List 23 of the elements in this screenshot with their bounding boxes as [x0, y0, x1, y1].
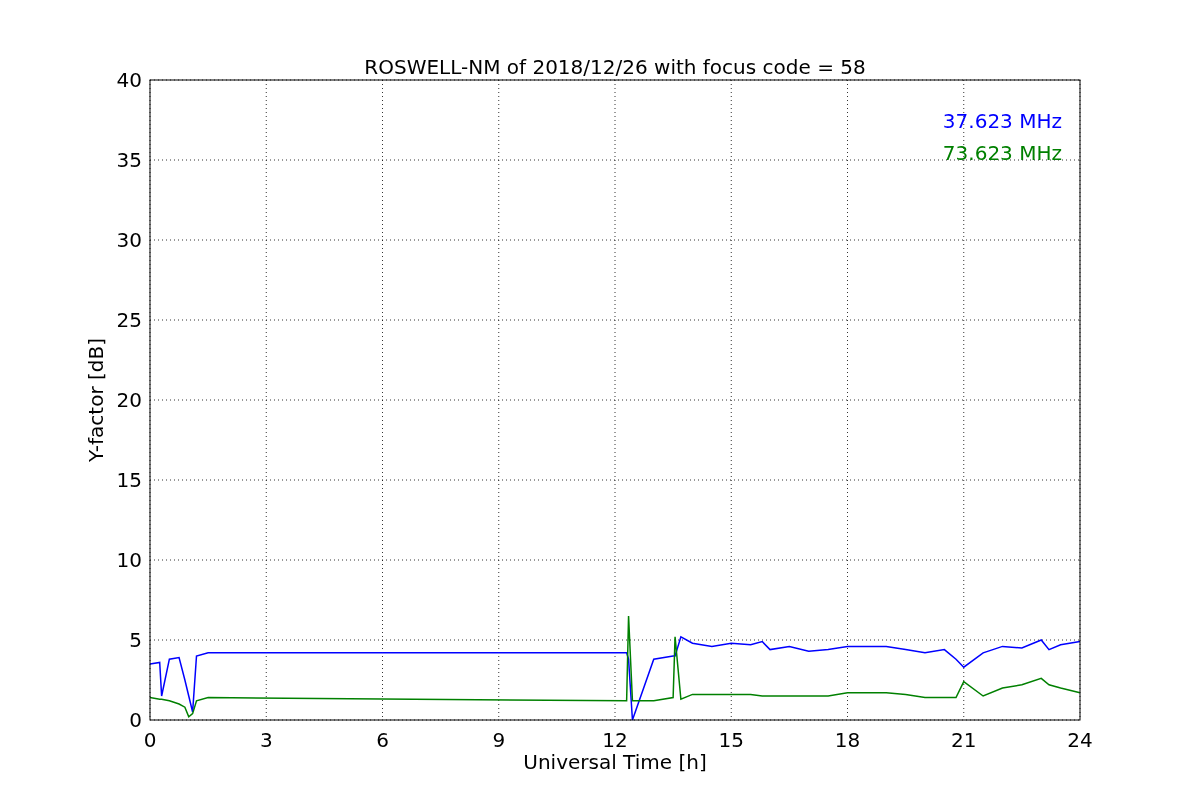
legend-label: 73.623 MHz — [942, 141, 1062, 165]
tick-label: 6 — [376, 728, 389, 752]
tick-label: 10 — [116, 548, 142, 572]
tick-label: 0 — [143, 728, 157, 752]
chart-title: ROSWELL-NM of 2018/12/26 with focus code = 58 — [364, 55, 866, 79]
tick-label: 5 — [129, 628, 142, 652]
tick-label: 9 — [492, 728, 506, 752]
tick-label: 3 — [259, 728, 273, 752]
tick-label: 18 — [834, 728, 861, 752]
tick-label: 40 — [116, 68, 142, 92]
tick-label: 20 — [116, 388, 142, 412]
tick-label: 0 — [129, 708, 142, 732]
tick-label: 21 — [951, 728, 977, 752]
tick-label: 12 — [602, 728, 628, 752]
axis-label: Y-factor [dB] — [84, 338, 108, 462]
tick-label: 15 — [718, 728, 744, 752]
tick-label: 24 — [1067, 728, 1093, 752]
tick-label: 30 — [116, 228, 142, 252]
tick-label: 15 — [116, 468, 142, 492]
axis-label: Universal Time [h] — [523, 750, 707, 774]
legend-label: 37.623 MHz — [942, 109, 1062, 133]
tick-label: 25 — [116, 308, 142, 332]
tick-label: 35 — [116, 148, 142, 172]
